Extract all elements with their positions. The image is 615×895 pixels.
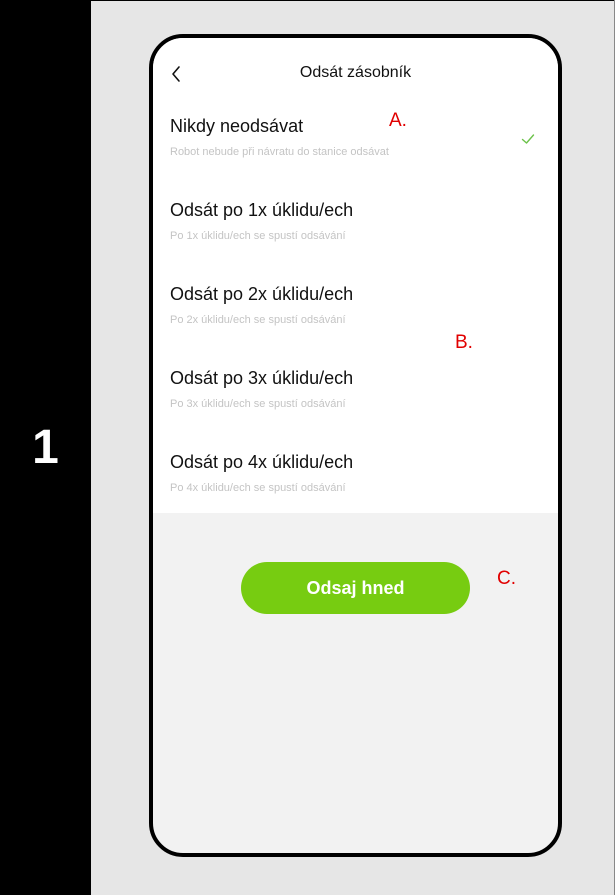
option-after-4[interactable]: Odsát po 4x úklidu/ech Po 4x úklidu/ech … — [153, 452, 558, 516]
check-icon — [521, 132, 535, 146]
option-description: Po 1x úklidu/ech se spustí odsávání — [170, 230, 346, 242]
option-label: Nikdy neodsávat — [170, 116, 304, 136]
annotation-c: C. — [497, 568, 516, 589]
option-never[interactable]: Nikdy neodsávat Robot nebude při návratu… — [153, 116, 558, 180]
options-panel — [153, 38, 558, 513]
vacuum-now-button[interactable]: Odsaj hned — [241, 562, 470, 614]
option-label: Odsát po 4x úklidu/ech — [170, 452, 354, 472]
option-description: Po 4x úklidu/ech se spustí odsávání — [170, 482, 346, 494]
option-after-1[interactable]: Odsát po 1x úklidu/ech Po 1x úklidu/ech … — [153, 200, 558, 264]
option-description: Robot nebude při návratu do stanice odsá… — [170, 146, 389, 158]
panel-border-top — [91, 0, 615, 1]
phone-frame: Odsát zásobník Nikdy neodsávat Robot neb… — [149, 34, 562, 857]
screen-header: Odsát zásobník — [153, 60, 558, 88]
option-after-3[interactable]: Odsát po 3x úklidu/ech Po 3x úklidu/ech … — [153, 368, 558, 432]
step-sidebar: 1 — [0, 0, 91, 895]
annotation-b: B. — [455, 332, 473, 353]
option-after-2[interactable]: Odsát po 2x úklidu/ech Po 2x úklidu/ech … — [153, 284, 558, 348]
screen-title: Odsát zásobník — [299, 64, 412, 81]
option-label: Odsát po 3x úklidu/ech — [170, 368, 354, 388]
annotation-a: A. — [389, 110, 407, 131]
option-description: Po 2x úklidu/ech se spustí odsávání — [170, 314, 346, 326]
option-description: Po 3x úklidu/ech se spustí odsávání — [170, 398, 346, 410]
step-number: 1 — [32, 421, 59, 474]
option-label: Odsát po 1x úklidu/ech — [170, 200, 354, 220]
option-label: Odsát po 2x úklidu/ech — [170, 284, 354, 304]
